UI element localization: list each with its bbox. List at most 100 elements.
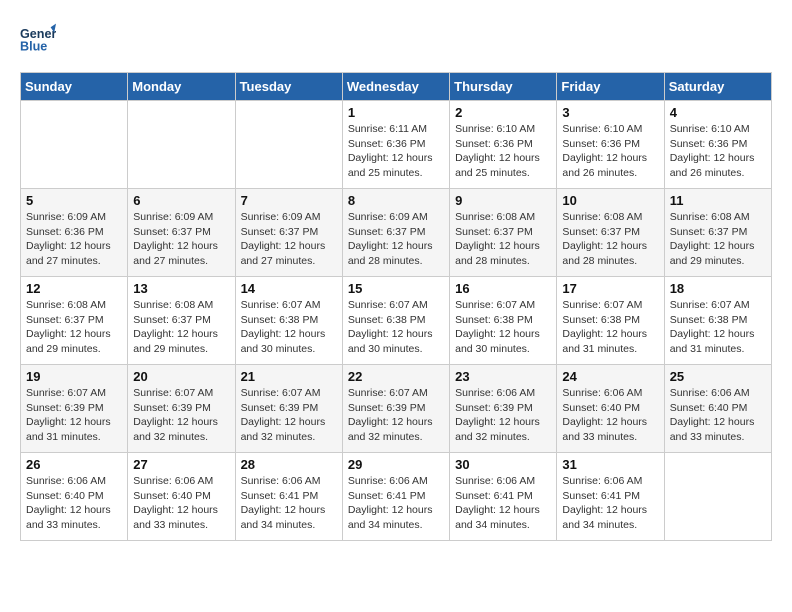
- calendar-cell: 11 Sunrise: 6:08 AM Sunset: 6:37 PM Dayli…: [664, 189, 771, 277]
- weekday-header-monday: Monday: [128, 73, 235, 101]
- day-number: 29: [348, 457, 444, 472]
- calendar-cell: 22 Sunrise: 6:07 AM Sunset: 6:39 PM Dayli…: [342, 365, 449, 453]
- day-number: 8: [348, 193, 444, 208]
- calendar-cell: 10Sunrise: 6:08 AM Sunset: 6:37 PM Dayli…: [557, 189, 664, 277]
- weekday-header-tuesday: Tuesday: [235, 73, 342, 101]
- calendar-cell: 21 Sunrise: 6:07 AM Sunset: 6:39 PM Dayli…: [235, 365, 342, 453]
- calendar-cell: 1Sunrise: 6:11 AM Sunset: 6:36 PM Daylig…: [342, 101, 449, 189]
- day-number: 4: [670, 105, 766, 120]
- day-info: Sunrise: 6:07 AM Sunset: 6:38 PM Dayligh…: [348, 298, 444, 357]
- day-number: 25: [670, 369, 766, 384]
- calendar-cell: 5Sunrise: 6:09 AM Sunset: 6:36 PM Daylig…: [21, 189, 128, 277]
- calendar-cell: 13 Sunrise: 6:08 AM Sunset: 6:37 PM Dayli…: [128, 277, 235, 365]
- calendar-cell: 29 Sunrise: 6:06 AM Sunset: 6:41 PM Dayli…: [342, 453, 449, 541]
- day-number: 19: [26, 369, 122, 384]
- day-number: 13: [133, 281, 229, 296]
- day-info: Sunrise: 6:09 AM Sunset: 6:37 PM Dayligh…: [133, 210, 229, 269]
- day-info: Sunrise: 6:07 AM Sunset: 6:39 PM Dayligh…: [26, 386, 122, 445]
- calendar-cell: 28 Sunrise: 6:06 AM Sunset: 6:41 PM Dayli…: [235, 453, 342, 541]
- day-info: Sunrise: 6:07 AM Sunset: 6:38 PM Dayligh…: [670, 298, 766, 357]
- day-number: 12: [26, 281, 122, 296]
- day-info: Sunrise: 6:08 AM Sunset: 6:37 PM Dayligh…: [133, 298, 229, 357]
- day-number: 10: [562, 193, 658, 208]
- calendar-cell: 3 Sunrise: 6:10 AM Sunset: 6:36 PM Daylig…: [557, 101, 664, 189]
- day-number: 14: [241, 281, 337, 296]
- day-info: Sunrise: 6:10 AM Sunset: 6:36 PM Dayligh…: [455, 122, 551, 181]
- day-number: 17: [562, 281, 658, 296]
- calendar-table: SundayMondayTuesdayWednesdayThursdayFrid…: [20, 72, 772, 541]
- day-number: 2: [455, 105, 551, 120]
- svg-text:Blue: Blue: [20, 40, 47, 54]
- day-info: Sunrise: 6:11 AM Sunset: 6:36 PM Dayligh…: [348, 122, 444, 181]
- calendar-cell: 12 Sunrise: 6:08 AM Sunset: 6:37 PM Dayli…: [21, 277, 128, 365]
- calendar-cell: 23 Sunrise: 6:06 AM Sunset: 6:39 PM Dayli…: [450, 365, 557, 453]
- weekday-header-sunday: Sunday: [21, 73, 128, 101]
- calendar-cell: 16 Sunrise: 6:07 AM Sunset: 6:38 PM Dayli…: [450, 277, 557, 365]
- day-number: 20: [133, 369, 229, 384]
- day-info: Sunrise: 6:08 AM Sunset: 6:37 PM Dayligh…: [455, 210, 551, 269]
- logo-icon: General Blue: [20, 20, 56, 56]
- day-info: Sunrise: 6:07 AM Sunset: 6:38 PM Dayligh…: [455, 298, 551, 357]
- weekday-header-thursday: Thursday: [450, 73, 557, 101]
- calendar-cell: 9Sunrise: 6:08 AM Sunset: 6:37 PM Daylig…: [450, 189, 557, 277]
- weekday-header-wednesday: Wednesday: [342, 73, 449, 101]
- day-info: Sunrise: 6:06 AM Sunset: 6:40 PM Dayligh…: [670, 386, 766, 445]
- calendar-cell: 25 Sunrise: 6:06 AM Sunset: 6:40 PM Dayli…: [664, 365, 771, 453]
- day-info: Sunrise: 6:06 AM Sunset: 6:40 PM Dayligh…: [133, 474, 229, 533]
- calendar-cell: [128, 101, 235, 189]
- day-number: 11: [670, 193, 766, 208]
- weekday-header-saturday: Saturday: [664, 73, 771, 101]
- calendar-cell: 27 Sunrise: 6:06 AM Sunset: 6:40 PM Dayli…: [128, 453, 235, 541]
- weekday-header-friday: Friday: [557, 73, 664, 101]
- day-number: 24: [562, 369, 658, 384]
- day-info: Sunrise: 6:06 AM Sunset: 6:41 PM Dayligh…: [241, 474, 337, 533]
- calendar-cell: [21, 101, 128, 189]
- calendar-cell: 15 Sunrise: 6:07 AM Sunset: 6:38 PM Dayli…: [342, 277, 449, 365]
- day-info: Sunrise: 6:06 AM Sunset: 6:41 PM Dayligh…: [562, 474, 658, 533]
- calendar-cell: 26 Sunrise: 6:06 AM Sunset: 6:40 PM Dayli…: [21, 453, 128, 541]
- day-info: Sunrise: 6:06 AM Sunset: 6:39 PM Dayligh…: [455, 386, 551, 445]
- day-number: 31: [562, 457, 658, 472]
- calendar-cell: 14Sunrise: 6:07 AM Sunset: 6:38 PM Dayli…: [235, 277, 342, 365]
- calendar-cell: 4 Sunrise: 6:10 AM Sunset: 6:36 PM Daylig…: [664, 101, 771, 189]
- day-info: Sunrise: 6:10 AM Sunset: 6:36 PM Dayligh…: [670, 122, 766, 181]
- day-number: 5: [26, 193, 122, 208]
- day-info: Sunrise: 6:06 AM Sunset: 6:41 PM Dayligh…: [455, 474, 551, 533]
- day-number: 16: [455, 281, 551, 296]
- calendar-cell: [235, 101, 342, 189]
- calendar-cell: 7 Sunrise: 6:09 AM Sunset: 6:37 PM Daylig…: [235, 189, 342, 277]
- day-number: 23: [455, 369, 551, 384]
- day-number: 27: [133, 457, 229, 472]
- calendar-cell: 30 Sunrise: 6:06 AM Sunset: 6:41 PM Dayli…: [450, 453, 557, 541]
- day-info: Sunrise: 6:09 AM Sunset: 6:37 PM Dayligh…: [348, 210, 444, 269]
- day-number: 22: [348, 369, 444, 384]
- day-number: 26: [26, 457, 122, 472]
- calendar-cell: 31 Sunrise: 6:06 AM Sunset: 6:41 PM Dayli…: [557, 453, 664, 541]
- calendar-cell: 20Sunrise: 6:07 AM Sunset: 6:39 PM Dayli…: [128, 365, 235, 453]
- calendar-cell: 8 Sunrise: 6:09 AM Sunset: 6:37 PM Daylig…: [342, 189, 449, 277]
- day-info: Sunrise: 6:07 AM Sunset: 6:39 PM Dayligh…: [348, 386, 444, 445]
- day-info: Sunrise: 6:08 AM Sunset: 6:37 PM Dayligh…: [26, 298, 122, 357]
- day-number: 6: [133, 193, 229, 208]
- calendar-cell: 6 Sunrise: 6:09 AM Sunset: 6:37 PM Daylig…: [128, 189, 235, 277]
- calendar-cell: 24 Sunrise: 6:06 AM Sunset: 6:40 PM Dayli…: [557, 365, 664, 453]
- day-info: Sunrise: 6:09 AM Sunset: 6:37 PM Dayligh…: [241, 210, 337, 269]
- day-number: 21: [241, 369, 337, 384]
- calendar-cell: 18 Sunrise: 6:07 AM Sunset: 6:38 PM Dayli…: [664, 277, 771, 365]
- day-number: 28: [241, 457, 337, 472]
- day-info: Sunrise: 6:07 AM Sunset: 6:39 PM Dayligh…: [241, 386, 337, 445]
- day-info: Sunrise: 6:06 AM Sunset: 6:41 PM Dayligh…: [348, 474, 444, 533]
- day-info: Sunrise: 6:06 AM Sunset: 6:40 PM Dayligh…: [26, 474, 122, 533]
- day-info: Sunrise: 6:10 AM Sunset: 6:36 PM Dayligh…: [562, 122, 658, 181]
- day-number: 3: [562, 105, 658, 120]
- day-number: 30: [455, 457, 551, 472]
- calendar-cell: 2 Sunrise: 6:10 AM Sunset: 6:36 PM Daylig…: [450, 101, 557, 189]
- day-number: 18: [670, 281, 766, 296]
- day-info: Sunrise: 6:07 AM Sunset: 6:38 PM Dayligh…: [562, 298, 658, 357]
- calendar-cell: 19 Sunrise: 6:07 AM Sunset: 6:39 PM Dayli…: [21, 365, 128, 453]
- logo: General Blue: [20, 20, 56, 56]
- day-info: Sunrise: 6:06 AM Sunset: 6:40 PM Dayligh…: [562, 386, 658, 445]
- day-number: 15: [348, 281, 444, 296]
- day-number: 7: [241, 193, 337, 208]
- day-info: Sunrise: 6:08 AM Sunset: 6:37 PM Dayligh…: [670, 210, 766, 269]
